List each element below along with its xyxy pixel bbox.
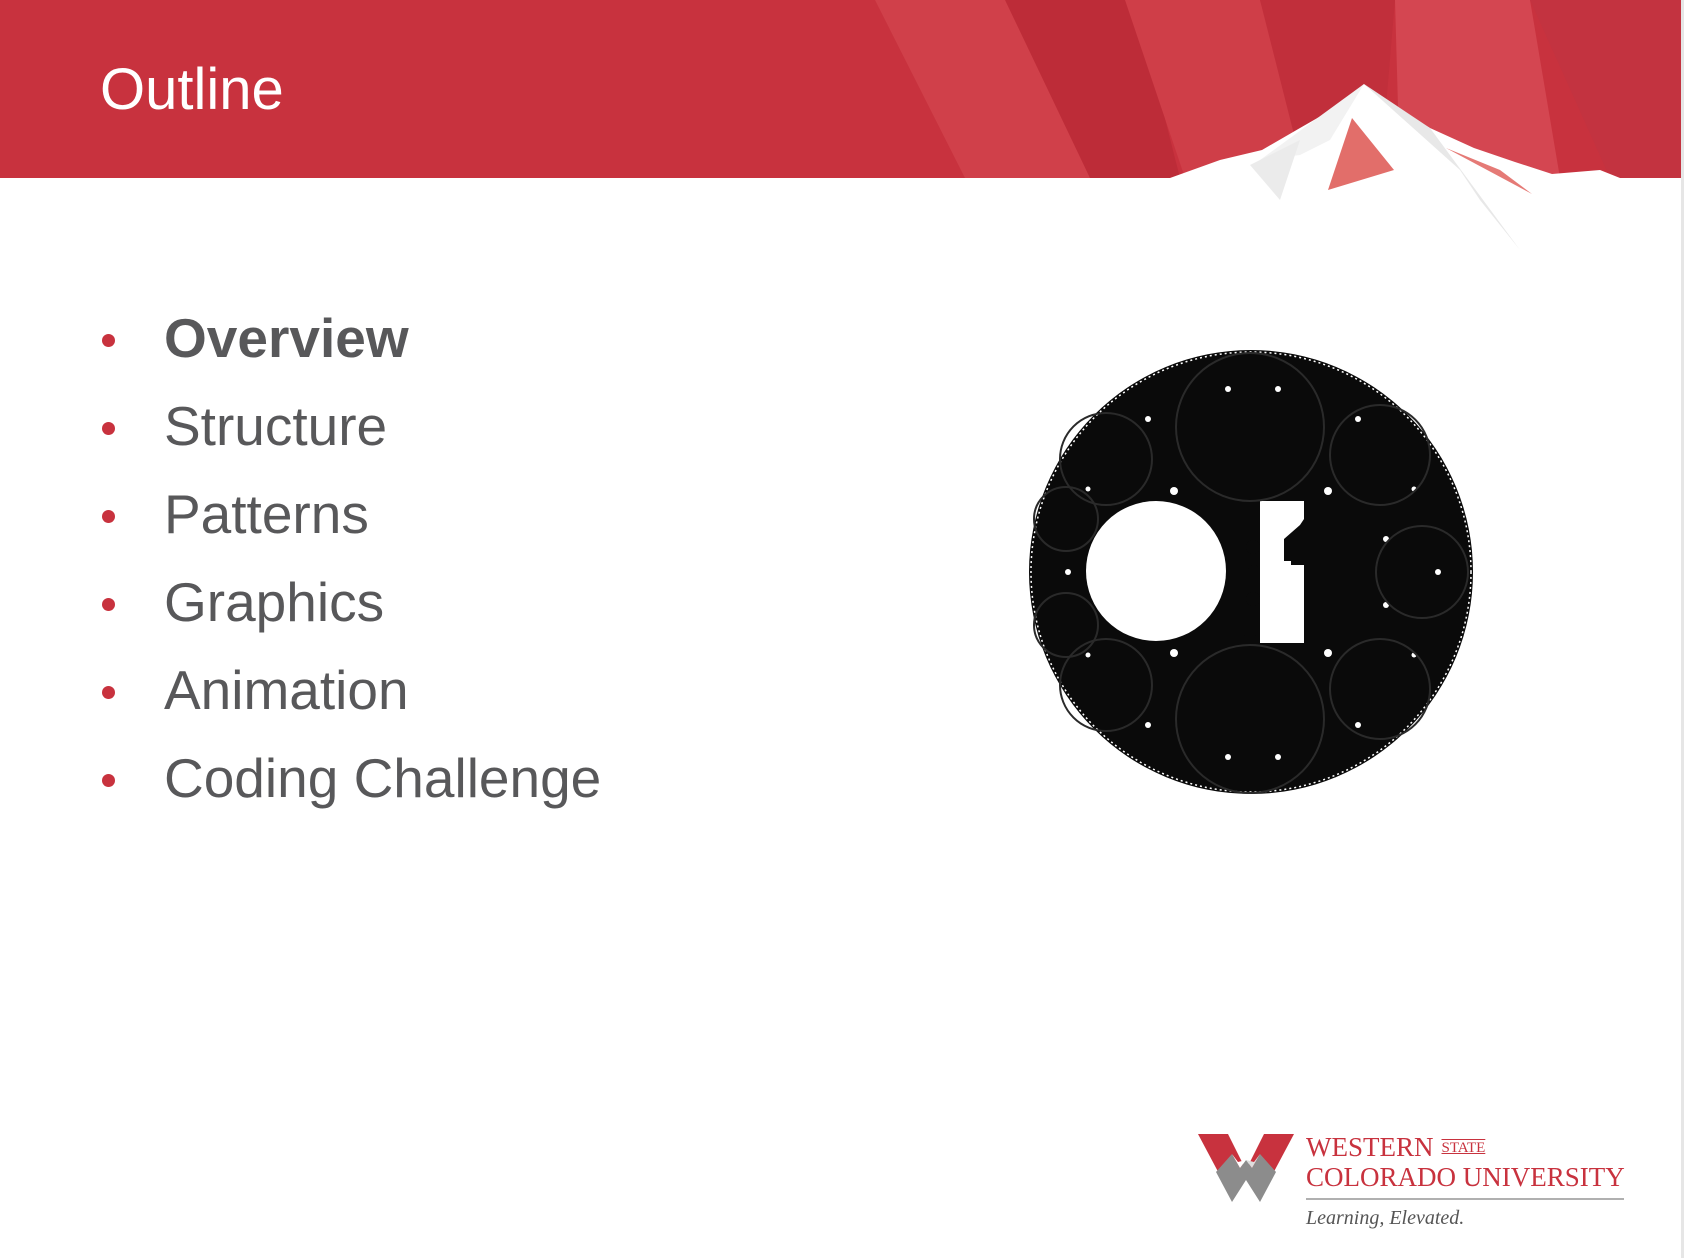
logo-tagline: Learning, Elevated. <box>1306 1207 1465 1229</box>
bullet-label: Animation <box>164 659 409 721</box>
bullet-animation: Animation <box>98 654 601 742</box>
bullet-coding-challenge: Coding Challenge <box>98 742 601 830</box>
bullet-dot-icon <box>102 334 115 347</box>
bullet-dot-icon <box>102 598 115 611</box>
bullet-label: Overview <box>164 307 409 369</box>
logo-wordmark: WESTERN STATE COLORADO UNIVERSITY Learnin… <box>1306 1132 1626 1230</box>
logo-line-2: COLORADO UNIVERSITY <box>1306 1162 1625 1192</box>
logo-line-1: WESTERN STATE <box>1306 1132 1626 1162</box>
bullet-structure: Structure <box>98 390 601 478</box>
slide: Outline Overview Structure Patterns Grap… <box>0 0 1684 1258</box>
bullet-label: Structure <box>164 395 388 457</box>
slide-title: Outline <box>100 57 284 122</box>
circle-packing-image <box>1029 350 1473 794</box>
logo-western: WESTERN <box>1306 1132 1434 1162</box>
bullet-graphics: Graphics <box>98 566 601 654</box>
outline-list: Overview Structure Patterns Graphics Ani… <box>98 302 601 830</box>
bullet-dot-icon <box>102 774 115 787</box>
title-banner <box>0 0 1684 260</box>
bullet-label: Graphics <box>164 571 385 633</box>
bullet-patterns: Patterns <box>98 478 601 566</box>
bullet-overview: Overview <box>98 302 601 390</box>
bullet-label: Patterns <box>164 483 369 545</box>
bullet-dot-icon <box>102 510 115 523</box>
logo-state: STATE <box>1441 1140 1486 1156</box>
bullet-dot-icon <box>102 686 115 699</box>
w-mountain-logo-icon <box>1198 1134 1294 1202</box>
university-logo: WESTERN STATE COLORADO UNIVERSITY Learnin… <box>1198 1132 1628 1232</box>
logo-divider <box>1306 1198 1624 1200</box>
bullet-label: Coding Challenge <box>164 747 602 809</box>
bullet-dot-icon <box>102 422 115 435</box>
